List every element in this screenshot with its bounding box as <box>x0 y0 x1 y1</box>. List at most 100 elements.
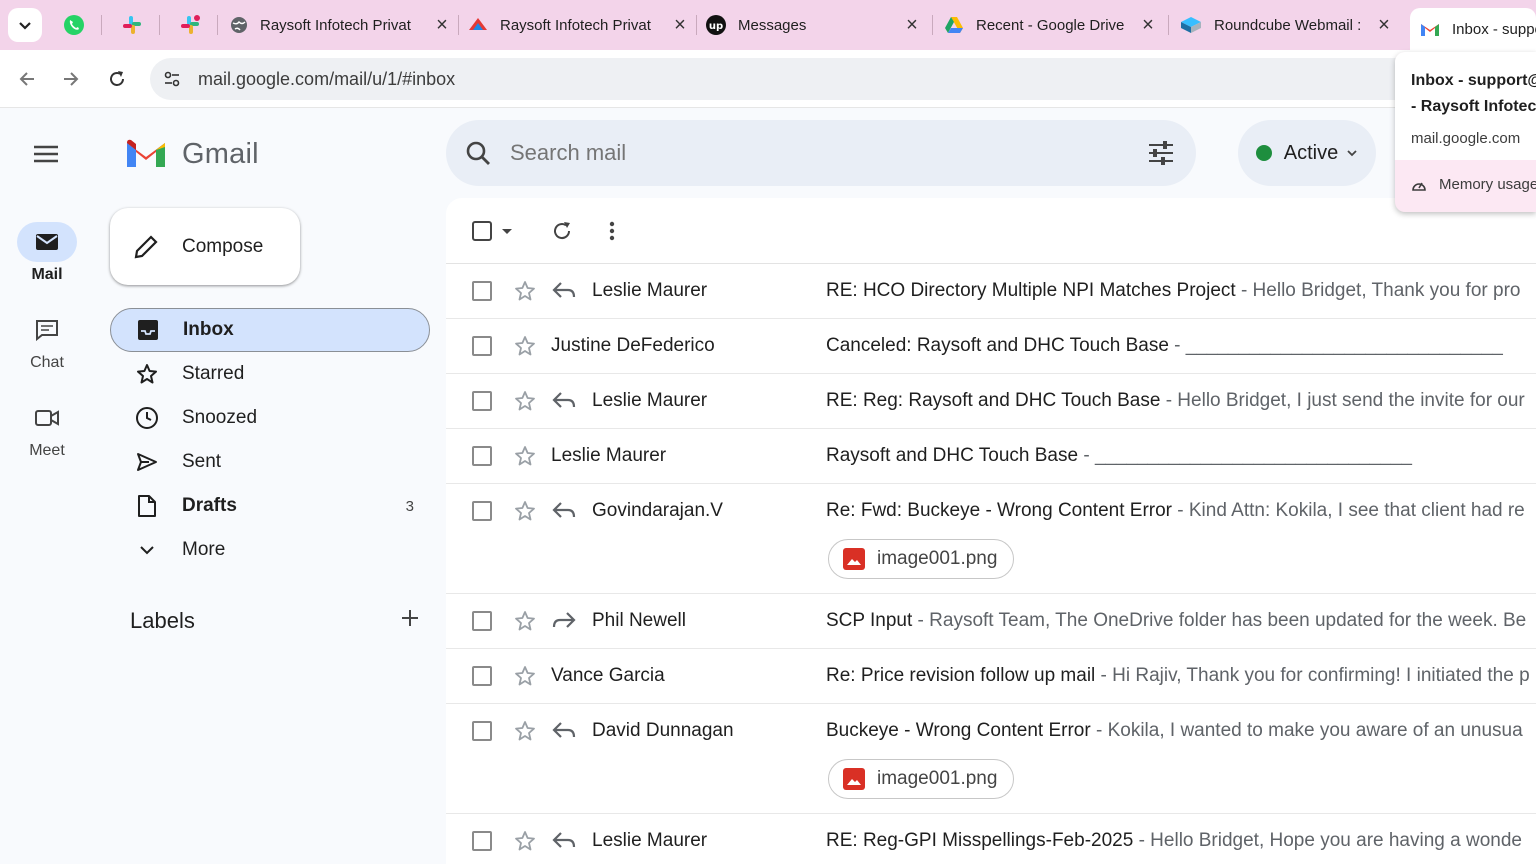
tab-title: Messages <box>738 16 807 34</box>
tab-search-button[interactable] <box>8 8 42 42</box>
address-bar[interactable]: mail.google.com/mail/u/1/#inbox <box>150 58 1450 100</box>
browser-tab-roundcube[interactable]: Roundcube Webmail : × <box>1180 8 1394 42</box>
browser-tab-google-drive[interactable]: Recent - Google Drive × <box>944 8 1158 42</box>
close-icon[interactable]: × <box>670 14 690 36</box>
row-checkbox[interactable] <box>472 721 492 741</box>
star-toggle[interactable] <box>514 610 536 632</box>
email-row[interactable]: Justine DeFederico Canceled: Raysoft and… <box>446 319 1536 374</box>
star-toggle[interactable] <box>514 830 536 852</box>
row-checkbox[interactable] <box>472 501 492 521</box>
nav-item-snoozed[interactable]: Snoozed <box>110 396 430 440</box>
browser-tab-raysoft-2[interactable]: Raysoft Infotech Privat × <box>468 8 690 42</box>
rail-mail-label: Mail <box>31 266 63 283</box>
replied-icon <box>552 720 576 740</box>
gmail-logo[interactable]: Gmail <box>124 137 259 171</box>
star-toggle[interactable] <box>514 280 536 302</box>
search-input[interactable] <box>510 140 1126 166</box>
rail-meet[interactable]: Meet <box>0 398 94 460</box>
search-icon <box>466 141 490 165</box>
row-checkbox[interactable] <box>472 611 492 631</box>
email-row[interactable]: Leslie Maurer RE: Reg-GPI Misspellings-F… <box>446 814 1536 864</box>
star-toggle[interactable] <box>514 665 536 687</box>
more-vert-icon <box>609 221 615 240</box>
nav-item-inbox[interactable]: Inbox <box>110 308 430 352</box>
star-outline-icon <box>515 281 535 301</box>
chevron-down-icon <box>1347 150 1357 157</box>
url-text: mail.google.com/mail/u/1/#inbox <box>198 68 456 89</box>
browser-tab-messages[interactable]: up Messages × <box>706 8 922 42</box>
close-icon[interactable]: × <box>902 14 922 36</box>
attachment-chip[interactable]: image001.png <box>828 759 1015 799</box>
pinned-tab-slack-2[interactable] <box>168 8 212 42</box>
create-label-button[interactable] <box>400 608 420 634</box>
pinned-tab-slack[interactable] <box>110 8 154 42</box>
site-info-button[interactable] <box>152 59 192 99</box>
back-button[interactable] <box>12 64 42 94</box>
gmail-logo-icon <box>127 139 165 167</box>
row-checkbox[interactable] <box>472 391 492 411</box>
forward-button[interactable] <box>56 64 86 94</box>
email-row[interactable]: Leslie Maurer RE: Reg: Raysoft and DHC T… <box>446 374 1536 429</box>
attachment-name: image001.png <box>877 768 998 789</box>
rail-mail[interactable]: Mail <box>0 222 94 284</box>
inbox-icon <box>135 319 161 341</box>
tab-title: Recent - Google Drive <box>976 16 1125 34</box>
select-all-checkbox[interactable] <box>471 220 515 242</box>
search-button[interactable] <box>446 140 510 166</box>
attachment-chip[interactable]: image001.png <box>828 539 1015 579</box>
tune-icon <box>164 71 180 87</box>
search-options-button[interactable] <box>1126 140 1196 166</box>
row-checkbox[interactable] <box>472 831 492 851</box>
row-checkbox[interactable] <box>472 336 492 356</box>
row-checkbox[interactable] <box>472 666 492 686</box>
nav-item-sent[interactable]: Sent <box>110 440 430 484</box>
nav-item-starred[interactable]: Starred <box>110 352 430 396</box>
nav-item-more[interactable]: More <box>110 528 430 572</box>
refresh-button[interactable] <box>551 220 573 242</box>
email-subject-line: Re: Fwd: Buckeye - Wrong Content Error -… <box>826 500 1536 522</box>
rail-chat-icon-wrap <box>17 310 77 350</box>
browser-tab-raysoft-1[interactable]: Raysoft Infotech Privat × <box>230 8 452 42</box>
email-row[interactable]: Phil Newell SCP Input - Raysoft Team, Th… <box>446 594 1536 649</box>
replied-icon <box>552 390 576 410</box>
email-row[interactable]: Vance Garcia Re: Price revision follow u… <box>446 649 1536 704</box>
star-toggle[interactable] <box>514 445 536 467</box>
close-icon[interactable]: × <box>1138 14 1158 36</box>
compose-button[interactable]: Compose <box>110 208 300 285</box>
hover-card-domain: mail.google.com <box>1411 130 1521 147</box>
forwarded-icon <box>552 610 576 630</box>
clock-icon <box>134 406 160 430</box>
browser-tab-gmail-inbox[interactable]: Inbox - suppo <box>1410 8 1536 50</box>
star-toggle[interactable] <box>514 500 536 522</box>
tab-hover-card: Inbox - support@ - Raysoft Infotech mail… <box>1395 52 1536 212</box>
email-row[interactable]: David Dunnagan Buckeye - Wrong Content E… <box>446 704 1536 814</box>
status-chip[interactable]: Active <box>1238 120 1376 186</box>
pinned-tab-whatsapp[interactable] <box>52 8 96 42</box>
rail-chat[interactable]: Chat <box>0 310 94 372</box>
hover-card-title-1: Inbox - support@ <box>1411 72 1536 89</box>
star-toggle[interactable] <box>514 390 536 412</box>
caret-down-icon[interactable] <box>499 223 515 239</box>
hover-card-memory: Memory usage <box>1395 160 1536 193</box>
star-icon <box>134 363 160 385</box>
email-row[interactable]: Govindarajan.V Re: Fwd: Buckeye - Wrong … <box>446 484 1536 594</box>
labels-section-header: Labels <box>130 608 420 634</box>
email-subject: Raysoft and DHC Touch Base <box>826 445 1079 466</box>
upwork-icon: up <box>706 15 726 35</box>
star-toggle[interactable] <box>514 720 536 742</box>
video-camera-icon <box>35 410 59 426</box>
email-row[interactable]: Leslie Maurer Raysoft and DHC Touch Base… <box>446 429 1536 484</box>
close-icon[interactable]: × <box>1374 14 1394 36</box>
star-toggle[interactable] <box>514 335 536 357</box>
more-options-button[interactable] <box>609 221 615 241</box>
row-checkbox[interactable] <box>472 281 492 301</box>
main-menu-button[interactable] <box>26 136 66 172</box>
email-sender: Leslie Maurer <box>592 830 708 851</box>
reload-button[interactable] <box>102 64 132 94</box>
search-bar[interactable] <box>446 120 1196 186</box>
email-snippet: - Hello Bridget, Thank you for pro <box>1235 280 1521 301</box>
row-checkbox[interactable] <box>472 446 492 466</box>
close-icon[interactable]: × <box>432 14 452 36</box>
nav-item-drafts[interactable]: Drafts 3 <box>110 484 430 528</box>
email-row[interactable]: Leslie Maurer RE: HCO Directory Multiple… <box>446 264 1536 319</box>
